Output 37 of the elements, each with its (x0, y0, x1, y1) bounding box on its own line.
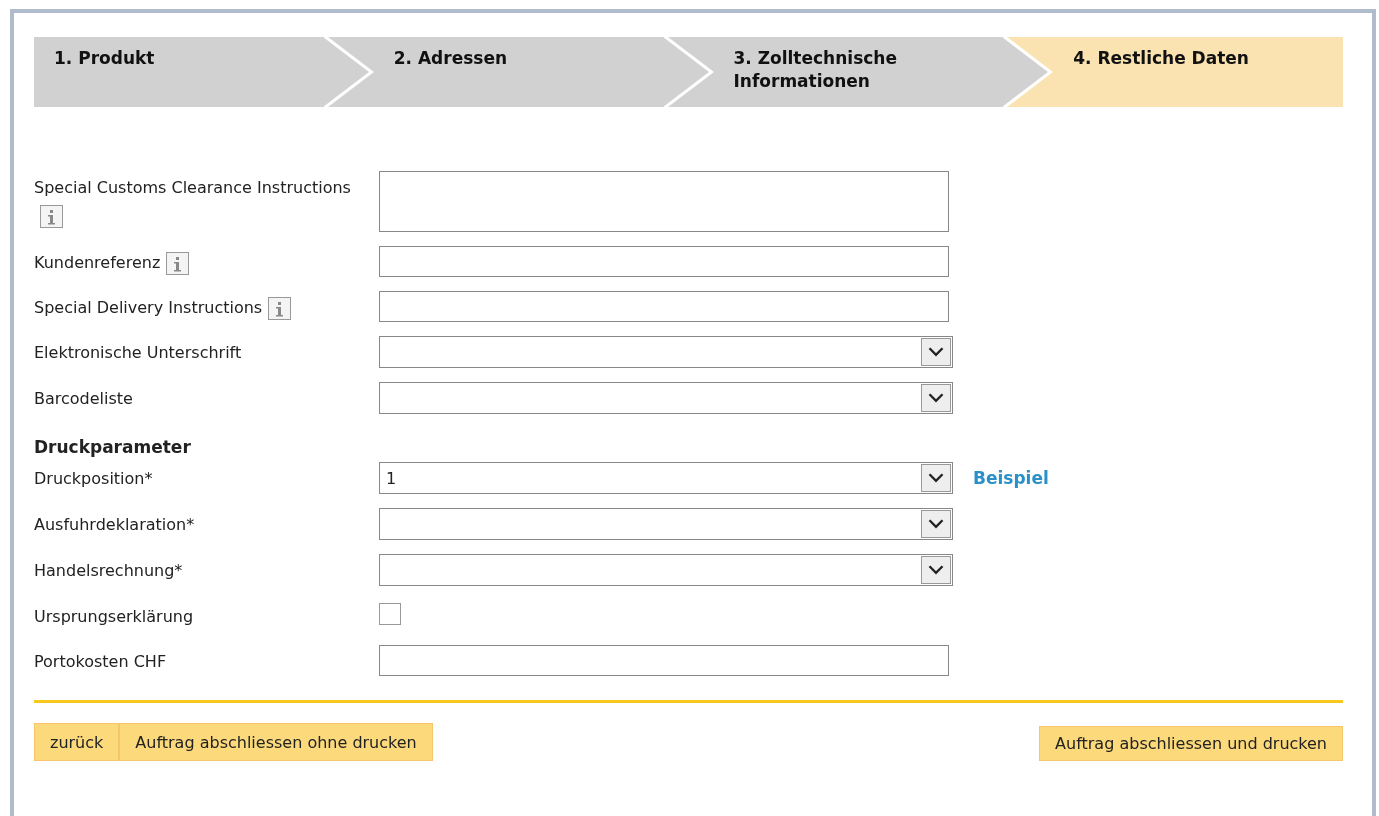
input-field[interactable] (379, 645, 949, 676)
chevron-divider (663, 37, 714, 107)
select-field[interactable] (379, 554, 953, 586)
field-label: Druckposition* (34, 469, 153, 488)
text-area[interactable] (379, 171, 949, 232)
field-label: Kundenreferenz (34, 253, 161, 272)
field-label: Ursprungserklärung (34, 607, 194, 626)
select-field[interactable]: 1 (379, 462, 953, 494)
select-field[interactable] (379, 336, 953, 368)
info-icon[interactable] (268, 297, 292, 320)
chevron-down-icon (921, 384, 951, 412)
section-heading: Druckparameter (34, 437, 192, 457)
step-tab[interactable]: 4. Restliche Daten (1053, 37, 1343, 107)
field-label: Special Delivery Instructions (34, 298, 263, 317)
chevron-divider (323, 37, 374, 107)
chevron-down-icon (921, 464, 951, 492)
field-label: Elektronische Unterschrift (34, 343, 242, 362)
chevron-divider (1003, 37, 1054, 107)
input-field[interactable] (379, 291, 949, 322)
field-label: Handelsrechnung* (34, 561, 183, 580)
chevron-down-icon (921, 338, 951, 366)
info-icon[interactable] (40, 205, 63, 228)
field-label: Ausfuhrdeklaration* (34, 515, 195, 534)
action-button[interactable]: Auftrag abschliessen und drucken (1039, 726, 1343, 761)
chevron-down-icon (921, 556, 951, 584)
select-field[interactable] (379, 382, 953, 414)
example-link[interactable]: Beispiel (973, 468, 1049, 488)
select-field[interactable] (379, 508, 953, 540)
info-icon[interactable] (166, 252, 190, 275)
field-label: Portokosten CHF (34, 652, 167, 671)
input-field[interactable] (379, 246, 949, 277)
field-label: Barcodeliste (34, 389, 133, 408)
action-button[interactable]: Auftrag abschliessen ohne drucken (119, 723, 433, 761)
field-label: Special Customs Clearance Instructions (34, 178, 351, 197)
action-button[interactable]: zurück (34, 723, 120, 761)
checkbox[interactable] (379, 603, 401, 625)
chevron-down-icon (921, 510, 951, 538)
